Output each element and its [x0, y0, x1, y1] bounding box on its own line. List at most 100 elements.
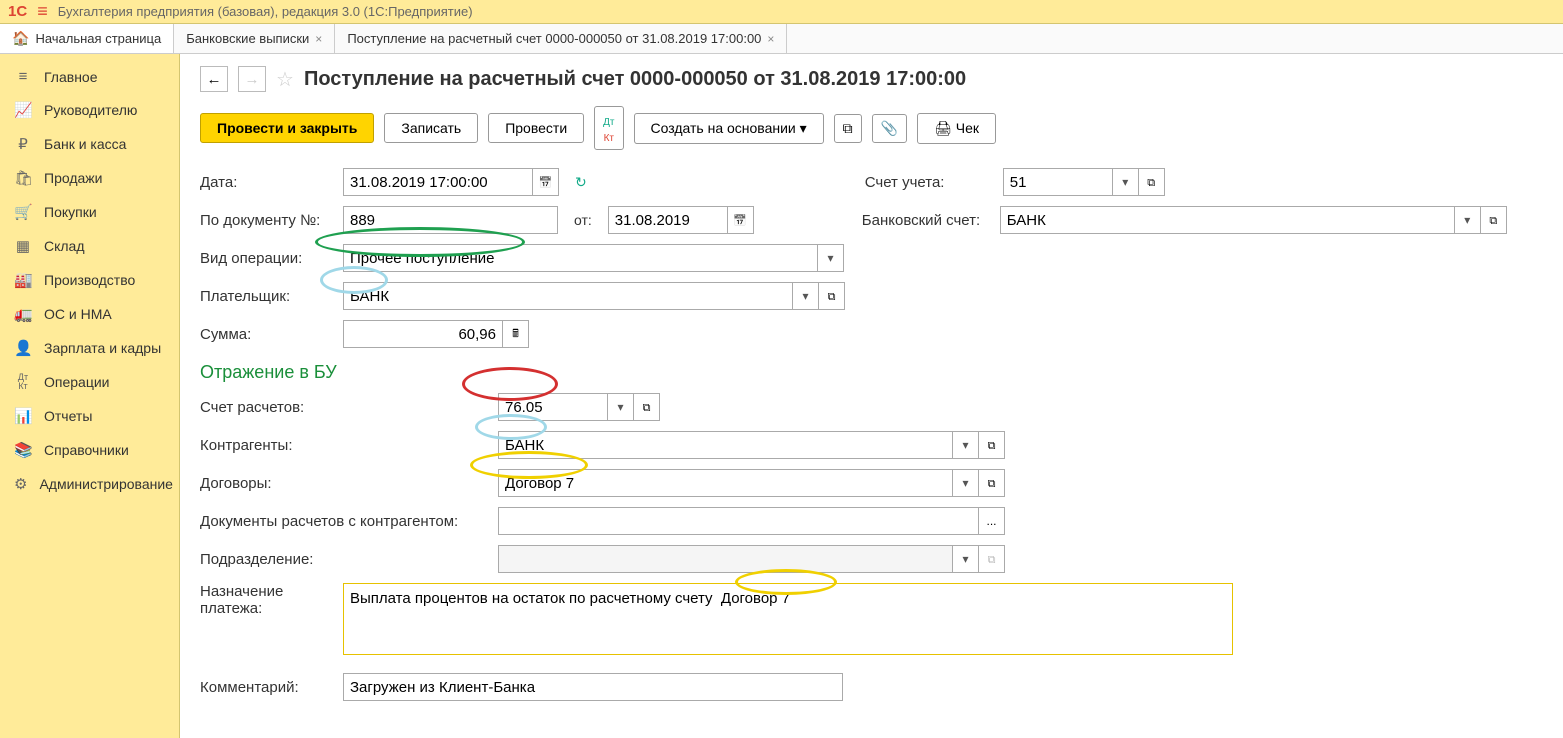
chevron-down-icon[interactable] — [953, 431, 979, 459]
sidebar-item-label: Зарплата и кадры — [44, 340, 161, 356]
cart-icon: 🛒 — [14, 203, 32, 221]
bank-account-label: Банковский счет: — [862, 212, 992, 229]
settle-account-label: Счет расчетов: — [200, 399, 490, 416]
expand-icon[interactable] — [1139, 168, 1165, 196]
sidebar-item-os-nma[interactable]: 🚛ОС и НМА — [0, 297, 179, 331]
counterparty-input[interactable] — [498, 431, 953, 459]
sidebar-item-label: Справочники — [44, 442, 129, 458]
sidebar-item-sales[interactable]: 🛍 Продажи — [0, 161, 179, 195]
ellipsis-icon[interactable] — [979, 507, 1005, 535]
ruble-icon: ₽ — [14, 135, 32, 153]
sidebar-item-manager[interactable]: 📈 Руководителю — [0, 93, 179, 127]
post-close-button[interactable]: Провести и закрыть — [200, 113, 374, 143]
save-button[interactable]: Записать — [384, 113, 478, 143]
contracts-label: Договоры: — [200, 475, 490, 492]
docnum-input[interactable] — [343, 206, 558, 234]
sidebar-item-purchases[interactable]: 🛒Покупки — [0, 195, 179, 229]
sidebar-item-label: Главное — [44, 69, 98, 85]
title-bar: 1C ≡ Бухгалтерия предприятия (базовая), … — [0, 0, 1563, 24]
close-icon[interactable]: × — [315, 32, 322, 46]
calculator-icon[interactable] — [503, 320, 529, 348]
back-button[interactable]: ← — [200, 66, 228, 92]
dtkt-icon: Дт Кт — [14, 373, 32, 391]
create-based-button[interactable]: Создать на основании — [634, 113, 824, 144]
expand-icon[interactable] — [979, 431, 1005, 459]
calendar-icon[interactable] — [728, 206, 754, 234]
sum-label: Сумма: — [200, 326, 335, 343]
expand-icon[interactable] — [634, 393, 660, 421]
chart-icon: 📈 — [14, 101, 32, 119]
section-title-bu: Отражение в БУ — [200, 362, 1543, 383]
forward-button[interactable]: → — [238, 66, 266, 92]
sidebar-item-label: Руководителю — [44, 102, 137, 118]
page-title: Поступление на расчетный счет 0000-00005… — [304, 68, 966, 91]
docdate-input[interactable] — [608, 206, 728, 234]
sidebar-item-warehouse[interactable]: ▦ Склад — [0, 229, 179, 263]
content-area: ← → ☆ Поступление на расчетный счет 0000… — [180, 54, 1563, 738]
chevron-down-icon — [953, 545, 979, 573]
op-type-input[interactable] — [343, 244, 818, 272]
date-input[interactable] — [343, 168, 533, 196]
sidebar-item-label: Операции — [44, 374, 110, 390]
menu-icon[interactable]: ≡ — [37, 1, 48, 22]
sidebar-item-main[interactable]: ≡ Главное — [0, 60, 179, 93]
contracts-input[interactable] — [498, 469, 953, 497]
home-icon: 🏠 — [12, 30, 29, 47]
chevron-down-icon[interactable] — [1113, 168, 1139, 196]
payer-input[interactable] — [343, 282, 793, 310]
dtkt-button[interactable]: ДтКт — [594, 106, 623, 150]
chevron-down-icon[interactable] — [793, 282, 819, 310]
tab-bank-statements[interactable]: Банковские выписки × — [174, 24, 335, 53]
sidebar: ≡ Главное 📈 Руководителю ₽Банк и касса 🛍 Пр… — [0, 54, 180, 738]
sidebar-item-label: ОС и НМА — [44, 306, 112, 322]
tab-home[interactable]: 🏠 Начальная страница — [0, 24, 174, 53]
structure-button[interactable]: ⧉ — [834, 114, 862, 143]
comment-input[interactable] — [343, 673, 843, 701]
chevron-down-icon[interactable] — [818, 244, 844, 272]
sidebar-item-bank[interactable]: ₽Банк и касса — [0, 127, 179, 161]
app-title: Бухгалтерия предприятия (базовая), редак… — [58, 4, 473, 19]
sidebar-item-directories[interactable]: 📚 Справочники — [0, 433, 179, 467]
expand-icon — [979, 545, 1005, 573]
division-input — [498, 545, 953, 573]
check-button[interactable]: 🖨 Чек — [917, 113, 996, 144]
counterparty-label: Контрагенты: — [200, 437, 490, 454]
sidebar-item-salary[interactable]: 👤Зарплата и кадры — [0, 331, 179, 365]
tab-label: Банковские выписки — [186, 31, 309, 46]
chevron-down-icon[interactable] — [608, 393, 634, 421]
settle-account-input[interactable] — [498, 393, 608, 421]
sidebar-item-label: Склад — [44, 238, 85, 254]
refresh-icon[interactable]: ↻ — [575, 174, 587, 191]
settle-docs-input[interactable] — [498, 507, 979, 535]
tab-receipt[interactable]: Поступление на расчетный счет 0000-00005… — [335, 24, 787, 53]
chevron-down-icon[interactable] — [953, 469, 979, 497]
sidebar-item-operations[interactable]: Дт Кт Операции — [0, 365, 179, 399]
comment-label: Комментарий: — [200, 679, 335, 696]
attach-button[interactable]: 📎 — [872, 114, 907, 143]
grid-icon: ▦ — [14, 237, 32, 255]
tab-label: Начальная страница — [35, 31, 161, 46]
expand-icon[interactable] — [819, 282, 845, 310]
sidebar-item-admin[interactable]: ⚙Администрирование — [0, 467, 179, 501]
post-button[interactable]: Провести — [488, 113, 584, 143]
list-icon: ≡ — [14, 68, 32, 85]
star-icon[interactable]: ☆ — [276, 67, 294, 92]
sum-input[interactable] — [343, 320, 503, 348]
purpose-textarea[interactable] — [343, 583, 1233, 655]
account-input[interactable] — [1003, 168, 1113, 196]
expand-icon[interactable] — [979, 469, 1005, 497]
expand-icon[interactable] — [1481, 206, 1507, 234]
docnum-label: По документу №: — [200, 212, 335, 229]
close-icon[interactable]: × — [767, 32, 774, 46]
sidebar-item-label: Продажи — [44, 170, 102, 186]
sidebar-item-label: Отчеты — [44, 408, 92, 424]
calendar-icon[interactable] — [533, 168, 559, 196]
bag-icon: 🛍 — [14, 169, 32, 187]
sidebar-item-reports[interactable]: 📊Отчеты — [0, 399, 179, 433]
chevron-down-icon[interactable] — [1455, 206, 1481, 234]
bank-account-input[interactable] — [1000, 206, 1455, 234]
settle-docs-label: Документы расчетов с контрагентом: — [200, 513, 490, 530]
sidebar-item-production[interactable]: 🏭Производство — [0, 263, 179, 297]
books-icon: 📚 — [14, 441, 32, 459]
op-type-label: Вид операции: — [200, 250, 335, 267]
